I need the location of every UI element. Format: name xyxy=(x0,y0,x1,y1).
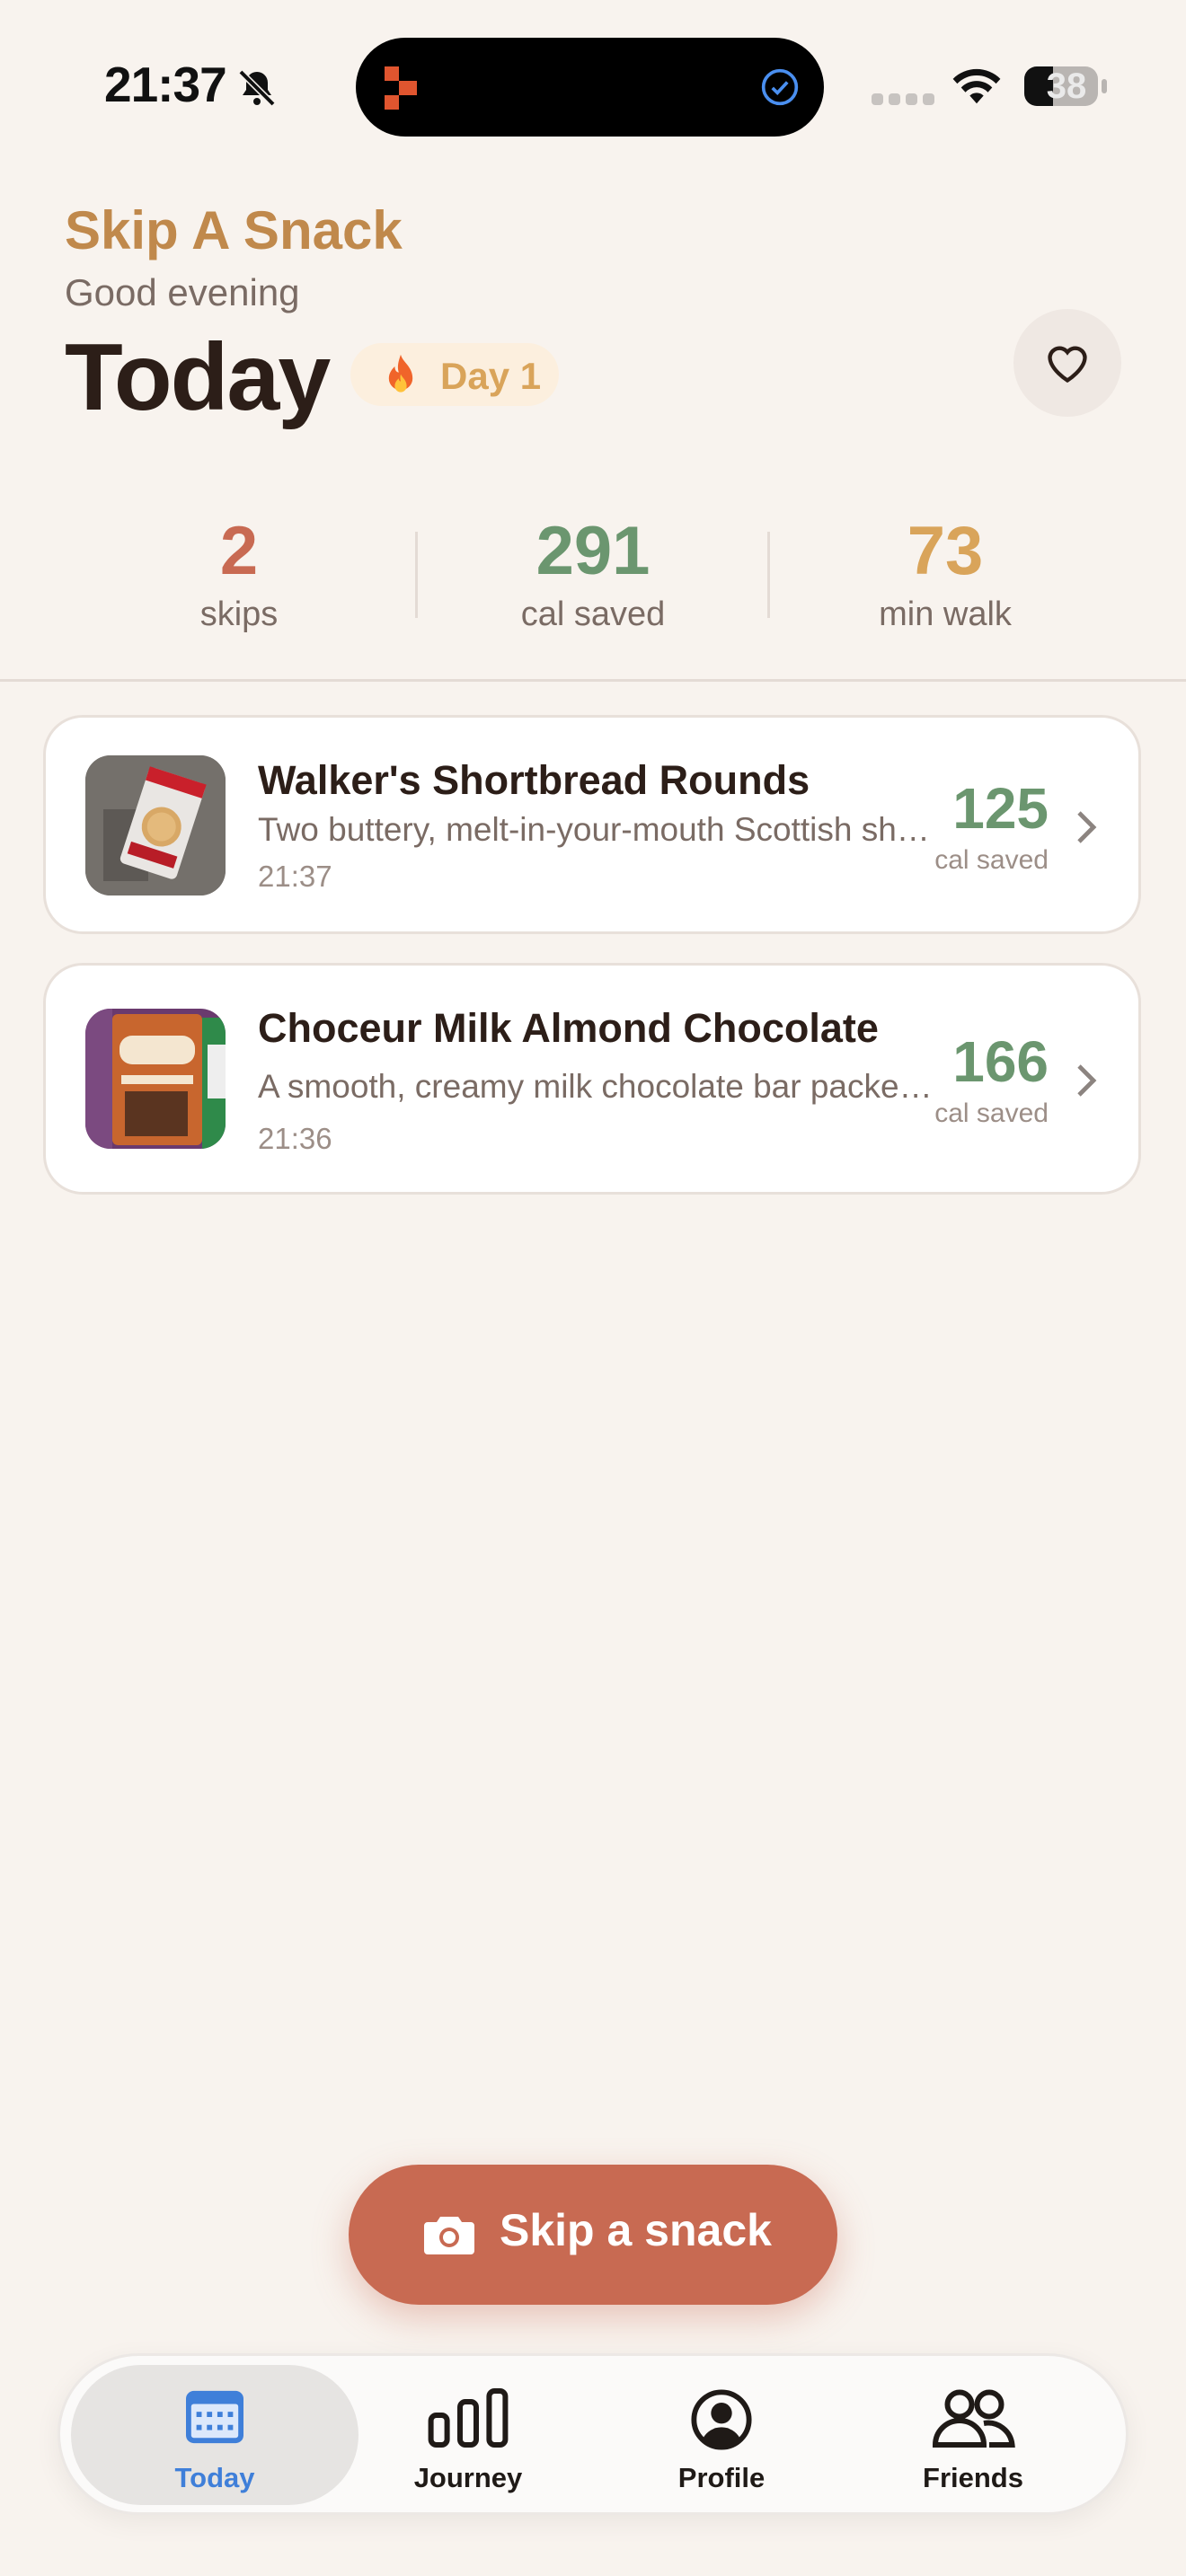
snack-time: 21:37 xyxy=(258,860,332,893)
stat-label: cal saved xyxy=(520,595,666,633)
stat-divider xyxy=(767,532,770,618)
favorites-button[interactable] xyxy=(1013,309,1121,417)
tab-bar: Today Journey Profile Friends xyxy=(58,2353,1128,2515)
skip-card[interactable]: Choceur Milk Almond Chocolate A smooth, … xyxy=(43,963,1141,1195)
stat-value: 291 xyxy=(535,513,651,589)
battery-level: 38 xyxy=(1046,66,1087,106)
stat-skips: 2 skips xyxy=(104,512,374,634)
chevron-right-icon xyxy=(1077,811,1097,843)
tab-label: Journey xyxy=(413,2462,523,2493)
app-title: Skip A Snack xyxy=(65,200,403,260)
stat-label: skips xyxy=(199,595,279,633)
tab-today[interactable]: Today xyxy=(89,2356,341,2514)
calories-saved: 125 xyxy=(952,776,1049,841)
stat-value: 2 xyxy=(219,513,259,589)
wifi-icon xyxy=(952,68,1001,104)
people-icon xyxy=(932,2389,1015,2448)
stat-cal-saved: 291 cal saved xyxy=(458,512,728,634)
stat-divider xyxy=(415,532,418,618)
fire-icon xyxy=(388,354,413,393)
calories-label: cal saved xyxy=(934,1098,1049,1128)
app-icon xyxy=(385,66,417,110)
section-divider xyxy=(0,679,1186,682)
camera-icon xyxy=(424,2217,474,2254)
stat-min-walk: 73 min walk xyxy=(810,512,1080,634)
snack-photo xyxy=(85,755,226,895)
calories-saved: 166 xyxy=(952,1029,1049,1094)
heart-icon xyxy=(1048,346,1087,384)
skip-card[interactable]: Walker's Shortbread Rounds Two buttery, … xyxy=(43,715,1141,934)
check-circle-icon xyxy=(761,68,799,106)
stat-label: min walk xyxy=(879,595,1012,633)
status-time: 21:37 xyxy=(104,57,227,112)
dynamic-island xyxy=(356,38,824,137)
tab-journey[interactable]: Journey xyxy=(342,2356,594,2514)
calendar-icon xyxy=(186,2390,243,2444)
greeting: Good evening xyxy=(65,271,300,313)
tab-label: Friends xyxy=(923,2462,1023,2493)
stat-value: 73 xyxy=(907,513,984,589)
snack-photo xyxy=(85,1009,226,1149)
page-title: Today xyxy=(65,324,331,430)
snack-description: A smooth, creamy milk chocolate bar pack… xyxy=(258,1068,941,1105)
person-circle-icon xyxy=(691,2389,752,2450)
snack-time: 21:36 xyxy=(258,1122,332,1155)
streak-label: Day 1 xyxy=(440,355,542,397)
calories-label: cal saved xyxy=(934,845,1049,875)
tab-friends[interactable]: Friends xyxy=(847,2356,1099,2514)
snack-name: Choceur Milk Almond Chocolate xyxy=(258,1005,879,1051)
skip-a-snack-label: Skip a snack xyxy=(500,2205,772,2255)
tab-profile[interactable]: Profile xyxy=(596,2356,847,2514)
signal-icon xyxy=(872,93,934,105)
snack-description: Two buttery, melt-in-your-mouth Scottish… xyxy=(258,811,941,848)
bell-slash-icon xyxy=(238,69,276,107)
skip-a-snack-button[interactable]: Skip a snack xyxy=(349,2165,837,2305)
bar-chart-icon xyxy=(428,2388,509,2448)
chevron-right-icon xyxy=(1077,1064,1097,1097)
snack-name: Walker's Shortbread Rounds xyxy=(258,757,810,803)
tab-label: Today xyxy=(174,2462,255,2493)
tab-label: Profile xyxy=(677,2462,766,2493)
